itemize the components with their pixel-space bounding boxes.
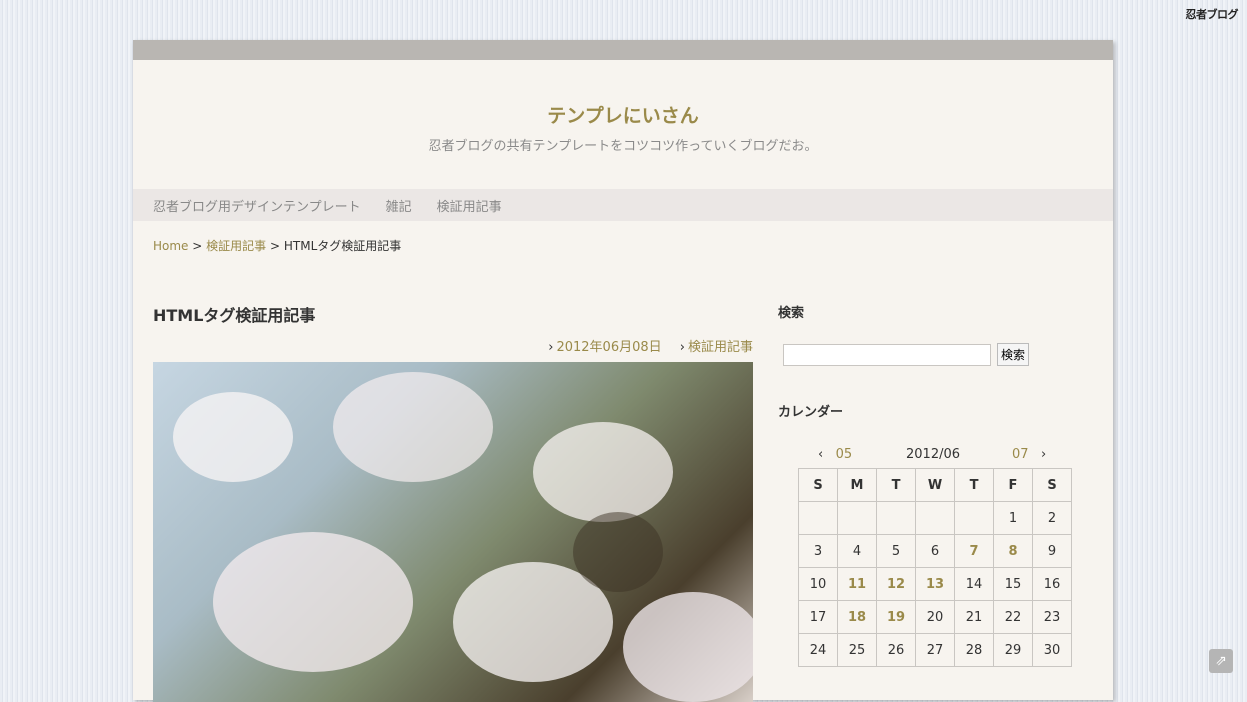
calendar-day-link[interactable]: 12 bbox=[876, 567, 916, 601]
breadcrumb-home[interactable]: Home bbox=[153, 239, 188, 253]
global-nav: 忍者ブログ用デザインテンプレート 雑記 検証用記事 bbox=[133, 189, 1113, 221]
chevron-right-icon: › bbox=[548, 340, 554, 355]
calendar-day: 5 bbox=[876, 534, 916, 568]
calendar-header: ‹ 05 2012/06 07 › bbox=[778, 447, 1078, 463]
breadcrumb-category[interactable]: 検証用記事 bbox=[206, 239, 266, 253]
post-title[interactable]: HTMLタグ検証用記事 bbox=[153, 302, 753, 326]
calendar-day-link[interactable]: 18 bbox=[837, 600, 877, 634]
calendar-next-link[interactable]: 07 › bbox=[1012, 447, 1046, 462]
calendar-prev-link[interactable]: ‹ 05 bbox=[818, 447, 852, 462]
search-form: 検索 bbox=[783, 343, 1078, 366]
breadcrumb-separator: > bbox=[192, 239, 203, 253]
calendar-day: 9 bbox=[1032, 534, 1072, 568]
calendar-day: 26 bbox=[876, 633, 916, 667]
calendar-day: 2 bbox=[1032, 501, 1072, 535]
nav-item-misc[interactable]: 雑記 bbox=[386, 196, 412, 215]
calendar-week-row: 24 25 26 27 28 29 30 bbox=[798, 633, 1072, 667]
weekday-header: T bbox=[876, 468, 916, 502]
chevron-right-icon: › bbox=[679, 340, 685, 355]
ninja-blog-logo[interactable]: 忍者ブログ bbox=[1186, 6, 1239, 22]
calendar-prev-label: 05 bbox=[835, 447, 853, 462]
calendar-day-link[interactable]: 11 bbox=[837, 567, 877, 601]
calendar-day: 3 bbox=[798, 534, 838, 568]
calendar-week-row: 10 11 12 13 14 15 16 bbox=[798, 567, 1072, 601]
weekday-header: T bbox=[954, 468, 994, 502]
weekday-header: M bbox=[837, 468, 877, 502]
breadcrumb-current: HTMLタグ検証用記事 bbox=[283, 239, 402, 253]
calendar-week-row: 3456789 bbox=[798, 534, 1072, 568]
post-category-link[interactable]: 検証用記事 bbox=[688, 340, 753, 355]
calendar-day-link[interactable]: 7 bbox=[954, 534, 994, 568]
page-container: テンプレにいさん 忍者ブログの共有テンプレートをコツコツ作っていくブログだお。 … bbox=[133, 40, 1113, 702]
nav-item-test-posts[interactable]: 検証用記事 bbox=[437, 196, 502, 215]
calendar-day-link[interactable]: 13 bbox=[915, 567, 955, 601]
calendar-weekday-row: S M T W T F S bbox=[798, 468, 1072, 502]
share-icon[interactable]: ⇗ bbox=[1209, 649, 1233, 673]
calendar-day: 15 bbox=[993, 567, 1033, 601]
weekday-header: S bbox=[798, 468, 838, 502]
blossom-shape bbox=[173, 392, 293, 482]
calendar-day: 16 bbox=[1032, 567, 1072, 601]
calendar-empty-cell bbox=[954, 501, 994, 535]
calendar-day-link[interactable]: 8 bbox=[993, 534, 1033, 568]
calendar-month: 2012/06 bbox=[906, 447, 961, 462]
blossom-shape bbox=[533, 422, 673, 522]
calendar-day: 1 bbox=[993, 501, 1033, 535]
search-widget-title: 検索 bbox=[778, 306, 805, 321]
breadcrumb-separator: > bbox=[270, 239, 281, 253]
calendar-table: S M T W T F S 1 2 3 4 5 6 7 8 9 10 11 12 13 14 15 16 17 1… bbox=[798, 468, 1072, 667]
post-date-link[interactable]: 2012年06月08日 bbox=[556, 340, 661, 355]
calendar-day: 4 bbox=[837, 534, 877, 568]
blossom-shape bbox=[623, 592, 753, 702]
breadcrumb: Home > 検証用記事 > HTMLタグ検証用記事 bbox=[153, 237, 401, 254]
site-header: テンプレにいさん 忍者ブログの共有テンプレートをコツコツ作っていくブログだお。 bbox=[133, 60, 1113, 189]
post-meta: › 2012年06月08日 › 検証用記事 bbox=[153, 336, 753, 355]
weekday-header: W bbox=[915, 468, 955, 502]
calendar-week-row: 17 18 19 20 21 22 23 bbox=[798, 600, 1072, 634]
calendar-day: 20 bbox=[915, 600, 955, 634]
weekday-header: F bbox=[993, 468, 1033, 502]
calendar-widget-title: カレンダー bbox=[778, 405, 844, 420]
calendar-day: 22 bbox=[993, 600, 1033, 634]
nav-item-templates[interactable]: 忍者ブログ用デザインテンプレート bbox=[153, 196, 361, 215]
calendar-day: 28 bbox=[954, 633, 994, 667]
blossom-shape bbox=[333, 372, 493, 482]
calendar-day: 27 bbox=[915, 633, 955, 667]
calendar-empty-cell bbox=[837, 501, 877, 535]
search-input[interactable] bbox=[783, 343, 991, 366]
calendar-day: 25 bbox=[837, 633, 877, 667]
branch-shape bbox=[573, 512, 663, 592]
calendar-day: 14 bbox=[954, 567, 994, 601]
top-bar bbox=[133, 40, 1113, 60]
calendar-day: 21 bbox=[954, 600, 994, 634]
site-description: 忍者ブログの共有テンプレートをコツコツ作っていくブログだお。 bbox=[428, 139, 818, 154]
site-title[interactable]: テンプレにいさん bbox=[133, 60, 1113, 128]
search-button[interactable]: 検索 bbox=[997, 343, 1030, 366]
blossom-shape bbox=[213, 532, 413, 672]
calendar-empty-cell bbox=[798, 501, 838, 535]
calendar-day: 6 bbox=[915, 534, 955, 568]
calendar-empty-cell bbox=[876, 501, 916, 535]
calendar-next-label: 07 bbox=[1012, 447, 1029, 462]
calendar-day-link[interactable]: 19 bbox=[876, 600, 916, 634]
post-image bbox=[153, 362, 753, 702]
calendar-day: 24 bbox=[798, 633, 838, 667]
chevron-left-icon: ‹ bbox=[818, 447, 824, 462]
calendar-day: 29 bbox=[993, 633, 1033, 667]
calendar-day: 17 bbox=[798, 600, 838, 634]
chevron-right-icon: › bbox=[1040, 447, 1047, 462]
calendar-day: 30 bbox=[1032, 633, 1072, 667]
main-content: HTMLタグ検証用記事 › 2012年06月08日 › 検証用記事 bbox=[153, 302, 753, 702]
weekday-header: S bbox=[1032, 468, 1072, 502]
calendar-day: 10 bbox=[798, 567, 838, 601]
calendar-empty-cell bbox=[915, 501, 955, 535]
sidebar: 検索 検索 カレンダー ‹ 05 2012/06 07 › S M T W T … bbox=[778, 302, 1078, 667]
calendar-body: 1 2 3 4 5 6 7 8 9 10 11 12 13 14 15 16 17 18 19 20 21 22 23 24 2… bbox=[798, 501, 1072, 667]
calendar-day: 23 bbox=[1032, 600, 1072, 634]
calendar-week-row: 12 bbox=[798, 501, 1072, 535]
